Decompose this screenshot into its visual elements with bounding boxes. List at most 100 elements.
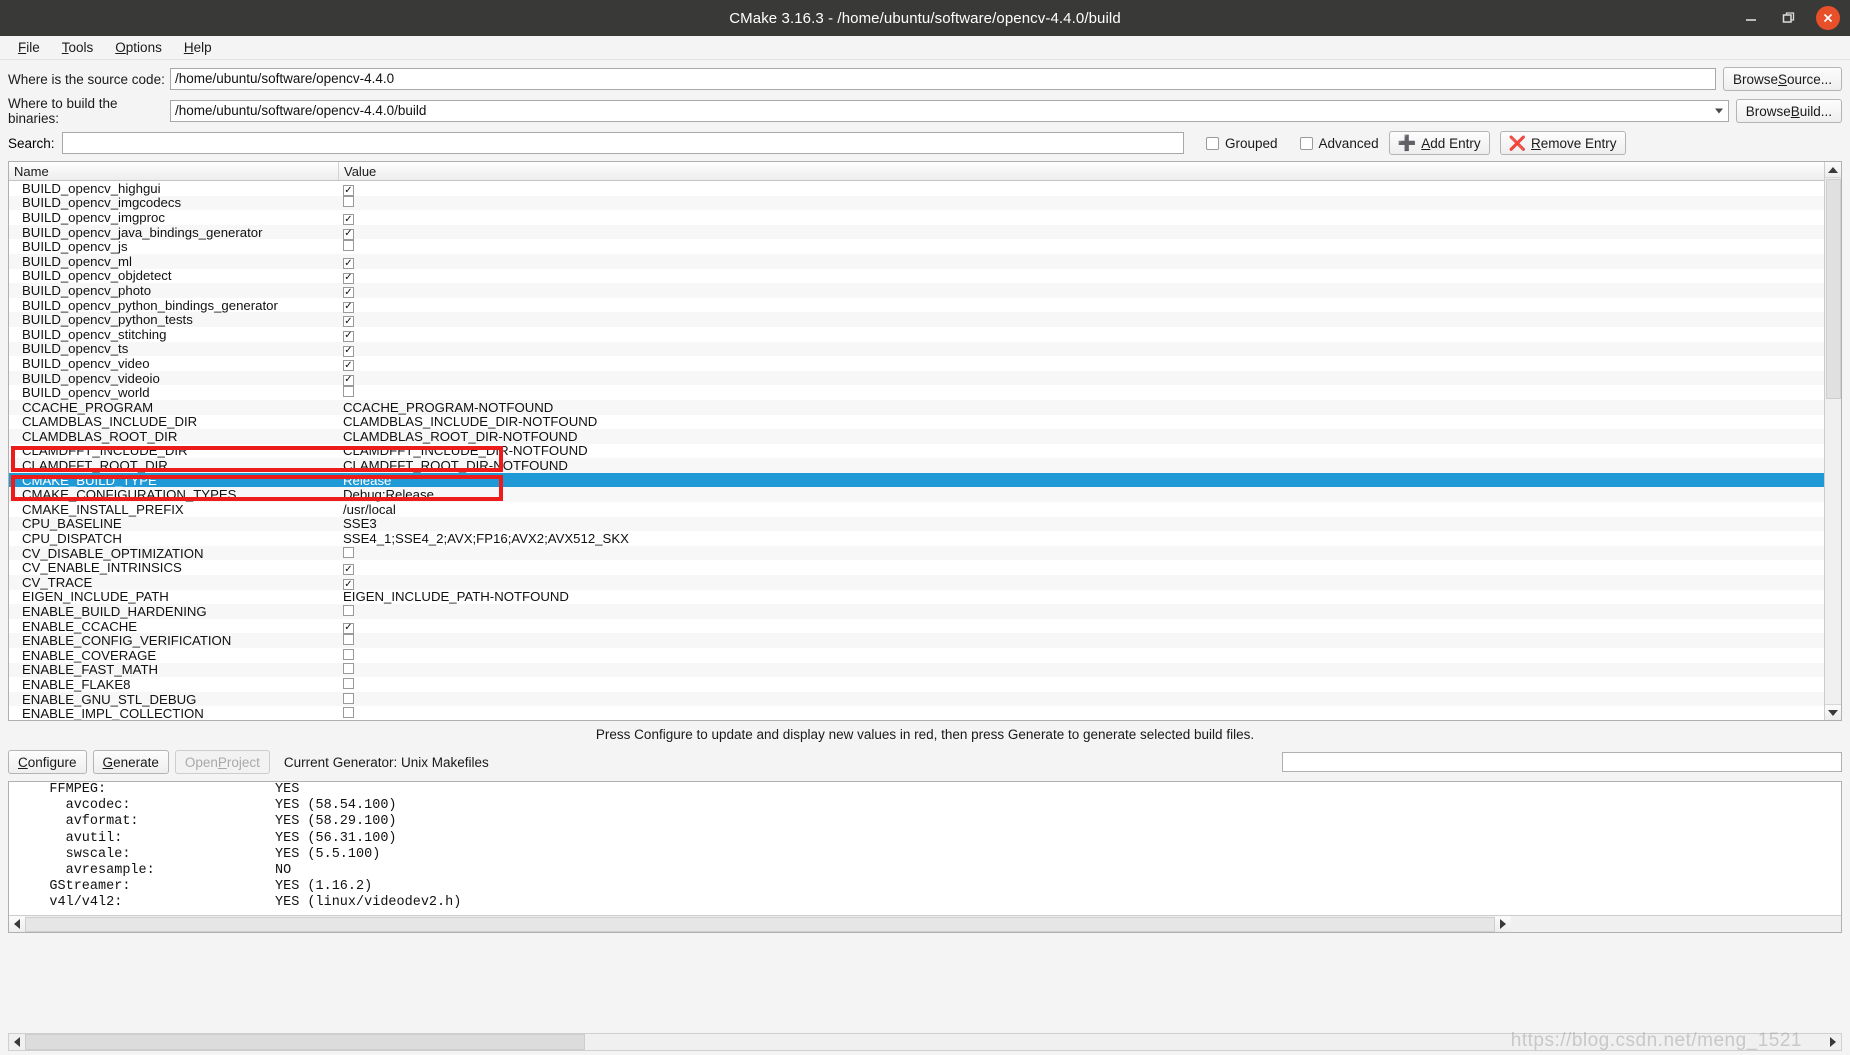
cache-entry-value[interactable] (339, 692, 1824, 707)
menu-options[interactable]: Options (105, 37, 172, 59)
cache-entry-checkbox[interactable] (343, 386, 354, 398)
cache-entry-value[interactable]: ✓ (339, 210, 1824, 226)
table-row[interactable]: BUILD_opencv_highgui ✓ (9, 181, 1824, 197)
chevron-down-icon[interactable] (1714, 108, 1723, 114)
output-console[interactable]: FFMPEG: YES avcodec: YES (58.54.100) avfor… (8, 781, 1842, 933)
cache-entry-value[interactable] (339, 677, 1824, 692)
cache-entry-value[interactable]: ✓ (339, 283, 1824, 299)
table-row[interactable]: BUILD_opencv_imgcodecs (9, 195, 1824, 210)
window-scroll-left-icon[interactable] (9, 1034, 25, 1050)
cache-entry-value[interactable]: SSE4_1;SSE4_2;AVX;FP16;AVX2;AVX512_SKX (339, 531, 1824, 546)
table-row[interactable]: CMAKE_INSTALL_PREFIX/usr/local (9, 502, 1824, 517)
table-row[interactable]: CV_TRACE ✓ (9, 575, 1824, 591)
table-row[interactable]: CLAMDFFT_INCLUDE_DIR CLAMDFFT_INCLUDE_DIR… (9, 443, 1824, 458)
cache-table-scrollbar[interactable] (1824, 162, 1841, 720)
menu-tools[interactable]: Tools (52, 37, 104, 59)
table-row[interactable]: ENABLE_CONFIG_VERIFICATION (9, 633, 1824, 648)
configure-button[interactable]: Configure (8, 750, 87, 774)
cache-entry-value[interactable]: ✓ (339, 312, 1824, 328)
cache-entry-checkbox[interactable]: ✓ (343, 185, 354, 197)
column-header-value[interactable]: Value (339, 162, 1824, 180)
table-row[interactable]: ENABLE_FAST_MATH (9, 662, 1824, 677)
cache-entry-checkbox[interactable]: ✓ (343, 622, 354, 634)
table-row[interactable]: BUILD_opencv_objdetect ✓ (9, 268, 1824, 284)
advanced-checkbox[interactable] (1299, 136, 1313, 150)
table-row[interactable]: CV_ENABLE_INTRINSICS ✓ (9, 560, 1824, 576)
cache-entry-value[interactable]: /usr/local (339, 502, 1824, 517)
table-row[interactable]: CLAMDBLAS_ROOT_DIR CLAMDBLAS_ROOT_DIR-NOT… (9, 429, 1824, 444)
cache-entry-checkbox[interactable] (343, 546, 354, 558)
table-row[interactable]: ENABLE_COVERAGE (9, 648, 1824, 663)
cache-entry-value[interactable] (339, 648, 1824, 663)
table-row[interactable]: BUILD_opencv_ml ✓ (9, 254, 1824, 270)
table-row[interactable]: CPU_BASELINE SSE3 (9, 516, 1824, 531)
cache-entry-value[interactable]: CLAMDBLAS_ROOT_DIR-NOTFOUND (339, 429, 1824, 444)
scroll-down-icon[interactable] (1825, 704, 1841, 720)
cache-entry-checkbox[interactable] (343, 634, 354, 646)
generate-button[interactable]: Generate (92, 750, 169, 774)
cache-entry-value[interactable] (339, 633, 1824, 648)
table-row[interactable]: BUILD_opencv_ts ✓ (9, 341, 1824, 357)
cache-entry-checkbox[interactable] (343, 663, 354, 675)
cache-entry-value[interactable] (339, 385, 1824, 400)
cache-entry-value[interactable] (339, 706, 1824, 720)
close-icon[interactable] (1816, 6, 1840, 30)
cache-entry-value[interactable] (339, 604, 1824, 619)
cache-entry-checkbox[interactable] (343, 692, 354, 704)
cache-entry-value[interactable]: ✓ (339, 181, 1824, 197)
table-row[interactable]: BUILD_opencv_video ✓ (9, 356, 1824, 372)
cache-entry-value[interactable]: CLAMDBLAS_INCLUDE_DIR-NOTFOUND (339, 414, 1824, 429)
table-row[interactable]: BUILD_opencv_imgproc ✓ (9, 210, 1824, 226)
source-path-input[interactable]: /home/ubuntu/software/opencv-4.4.0 (170, 68, 1716, 90)
table-row[interactable]: CLAMDFFT_ROOT_DIR CLAMDFFT_ROOT_DIR-NOTFO… (9, 458, 1824, 473)
cache-entry-value[interactable]: ✓ (339, 297, 1824, 313)
scroll-left-icon[interactable] (9, 916, 25, 932)
table-row[interactable]: ENABLE_BUILD_HARDENING (9, 604, 1824, 619)
table-row[interactable]: BUILD_opencv_world (9, 385, 1824, 400)
cache-entry-checkbox[interactable] (343, 677, 354, 689)
cache-entry-checkbox[interactable] (343, 196, 354, 208)
table-row[interactable]: BUILD_opencv_stitching ✓ (9, 327, 1824, 342)
cache-entry-value[interactable]: ✓ (339, 326, 1824, 342)
cache-entry-value[interactable] (339, 239, 1824, 254)
cache-entry-checkbox[interactable] (343, 648, 354, 660)
cache-entry-value[interactable]: ✓ (339, 618, 1824, 634)
cache-entry-value[interactable]: ✓ (339, 575, 1824, 591)
cache-entry-value[interactable]: ✓ (339, 356, 1824, 372)
minimize-icon[interactable] (1740, 7, 1762, 29)
scroll-right-icon[interactable] (1495, 916, 1511, 932)
cache-entry-value[interactable]: ✓ (339, 254, 1824, 270)
cache-entry-value[interactable]: SSE3 (339, 516, 1824, 531)
table-row[interactable]: ENABLE_IMPL_COLLECTION (9, 706, 1824, 720)
add-entry-button[interactable]: ➕ Add Entry (1388, 131, 1490, 155)
window-scroll-thumb[interactable] (25, 1034, 585, 1050)
cache-entry-value[interactable]: EIGEN_INCLUDE_PATH-NOTFOUND (339, 589, 1824, 604)
browse-source-button[interactable]: Browse Source... (1722, 67, 1842, 91)
table-row[interactable]: CV_DISABLE_OPTIMIZATION (9, 546, 1824, 561)
cache-entry-value[interactable]: ✓ (339, 224, 1824, 240)
grouped-checkbox[interactable] (1206, 136, 1219, 150)
table-row[interactable]: ENABLE_CCACHE ✓ (9, 619, 1824, 634)
cache-entry-checkbox[interactable]: ✓ (343, 228, 354, 240)
table-row[interactable]: CCACHE_PROGRAM CCACHE_PROGRAM-NOTFOUND (9, 400, 1824, 415)
cache-entry-value[interactable]: ✓ (339, 560, 1824, 576)
cache-entry-value[interactable]: CLAMDFFT_INCLUDE_DIR-NOTFOUND (339, 443, 1824, 458)
table-row[interactable]: BUILD_opencv_python_tests ✓ (9, 312, 1824, 328)
scroll-thumb[interactable] (1826, 179, 1841, 399)
browse-build-button[interactable]: Browse Build... (1735, 99, 1842, 123)
menu-help[interactable]: Help (174, 37, 222, 59)
table-row[interactable]: CMAKE_CONFIGURATION_TYPES Debug;Release (9, 487, 1824, 502)
maximize-icon[interactable] (1778, 7, 1800, 29)
console-scroll-thumb[interactable] (25, 916, 1495, 932)
cache-entry-checkbox[interactable]: ✓ (343, 374, 354, 386)
cache-entry-checkbox[interactable] (343, 240, 354, 252)
table-row[interactable]: EIGEN_INCLUDE_PATH EIGEN_INCLUDE_PATH-NOT… (9, 589, 1824, 604)
grouped-checkbox-wrap[interactable]: Grouped (1206, 136, 1278, 151)
build-path-input[interactable]: /home/ubuntu/software/opencv-4.4.0/build (170, 100, 1729, 122)
cache-entry-value[interactable]: Debug;Release (339, 487, 1824, 502)
cache-entry-value[interactable]: ✓ (339, 268, 1824, 284)
cache-entry-value[interactable] (339, 546, 1824, 561)
advanced-checkbox-wrap[interactable]: Advanced (1299, 136, 1379, 151)
cache-entry-value[interactable] (339, 195, 1824, 210)
table-row[interactable]: BUILD_opencv_videoio ✓ (9, 371, 1824, 386)
